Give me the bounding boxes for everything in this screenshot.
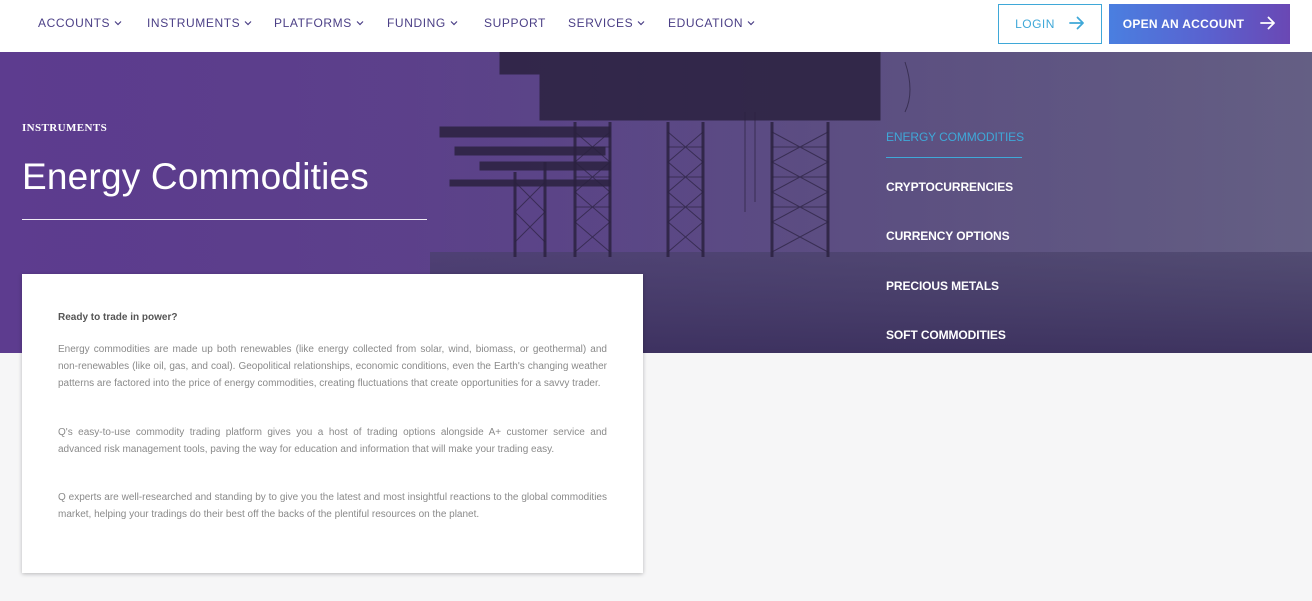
side-menu-item-currency-options[interactable]: CURRENCY OPTIONS [886,229,1010,243]
nav-item-instruments[interactable]: INSTRUMENTS [147,16,252,30]
nav-item-label: SUPPORT [484,16,546,30]
side-menu-item-cryptocurrencies[interactable]: CRYPTOCURRENCIES [886,180,1013,194]
nav-item-support[interactable]: SUPPORT [484,16,546,30]
side-menu-item-energy-commodities[interactable]: ENERGY COMMODITIES [886,130,1024,144]
nav-item-label: ACCOUNTS [38,16,111,30]
chevron-down-icon [747,19,755,27]
chevron-down-icon [356,19,364,27]
nav-item-label: PLATFORMS [274,16,352,30]
top-navigation-bar: ACCOUNTS INSTRUMENTS PLATFORMS FUNDING S… [0,0,1312,52]
nav-item-label: INSTRUMENTS [147,16,241,30]
nav-item-label: FUNDING [387,16,446,30]
hero-kicker: INSTRUMENTS [22,122,108,134]
arrow-right-icon [1260,16,1276,33]
login-button[interactable]: LOGIN [998,4,1102,44]
open-account-button[interactable]: OPEN AN ACCOUNT [1109,4,1290,44]
chevron-down-icon [637,19,645,27]
nav-item-label: EDUCATION [668,16,744,30]
title-divider [22,219,427,220]
nav-item-platforms[interactable]: PLATFORMS [274,16,364,30]
page-title: Energy Commodities [22,156,370,197]
open-account-button-label: OPEN AN ACCOUNT [1122,17,1245,31]
login-button-label: LOGIN [1015,17,1055,31]
chevron-down-icon [244,19,252,27]
chevron-down-icon [114,19,122,27]
side-menu-item-precious-metals[interactable]: PRECIOUS METALS [886,279,999,293]
card-paragraph: Energy commodities are made up both rene… [58,344,607,389]
side-menu-item-soft-commodities[interactable]: SOFT COMMODITIES [886,328,1006,342]
nav-item-services[interactable]: SERVICES [568,16,645,30]
arrow-right-icon [1069,16,1085,33]
nav-item-education[interactable]: EDUCATION [668,16,755,30]
nav-item-funding[interactable]: FUNDING [387,16,458,30]
card-paragraph: Q's easy-to-use commodity trading platfo… [58,427,607,455]
content-card: Ready to trade in power? Energy commodit… [22,274,643,573]
chevron-down-icon [450,19,458,27]
nav-item-accounts[interactable]: ACCOUNTS [38,16,122,30]
card-heading: Ready to trade in power? [58,312,178,323]
active-item-underline [886,157,1022,158]
card-paragraph: Q experts are well-researched and standi… [58,492,607,520]
nav-item-label: SERVICES [568,16,634,30]
